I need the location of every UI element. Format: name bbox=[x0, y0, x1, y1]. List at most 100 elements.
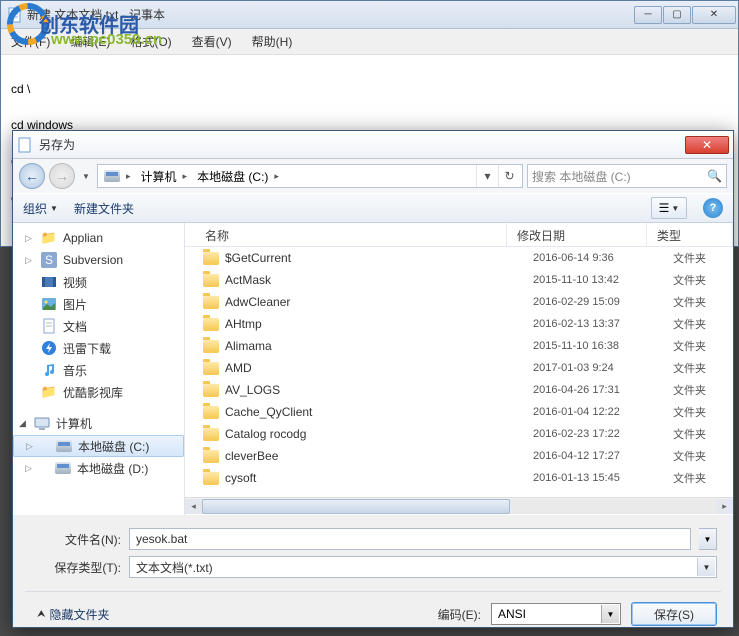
sidebar-item-label: 迅雷下载 bbox=[63, 340, 111, 357]
sidebar-item[interactable]: 迅雷下载 bbox=[13, 337, 184, 359]
breadcrumb-dropdown[interactable]: ▾ bbox=[476, 165, 498, 187]
file-name: AdwCleaner bbox=[225, 295, 290, 309]
forward-button[interactable]: → bbox=[49, 163, 75, 189]
dialog-titlebar[interactable]: 另存为 ✕ bbox=[13, 131, 733, 159]
menu-help[interactable]: 帮助(H) bbox=[248, 31, 297, 52]
folder-icon bbox=[203, 274, 219, 287]
sidebar-item[interactable]: ▷📁Applian bbox=[13, 227, 184, 249]
file-date: 2016-01-04 12:22 bbox=[523, 406, 663, 418]
chevron-right-icon[interactable]: ▸ bbox=[181, 171, 190, 182]
file-row[interactable]: $GetCurrent2016-06-14 9:36文件夹 bbox=[185, 247, 733, 269]
file-date: 2016-06-14 9:36 bbox=[523, 252, 663, 264]
file-date: 2016-02-13 13:37 bbox=[523, 318, 663, 330]
breadcrumb-computer[interactable]: 计算机 ▸ bbox=[137, 165, 194, 187]
maximize-button[interactable]: ▢ bbox=[663, 6, 691, 24]
chevron-right-icon[interactable]: ▸ bbox=[124, 171, 133, 182]
breadcrumb[interactable]: ▸ 计算机 ▸ 本地磁盘 (C:) ▸ ▾ ↻ bbox=[97, 164, 523, 188]
column-name[interactable]: 名称 bbox=[185, 223, 507, 246]
chevron-right-icon[interactable]: ▸ bbox=[272, 171, 281, 182]
sidebar-item[interactable]: 视频 bbox=[13, 271, 184, 293]
file-row[interactable]: cleverBee2016-04-12 17:27文件夹 bbox=[185, 445, 733, 467]
chevron-down-icon[interactable]: ▼ bbox=[601, 605, 619, 623]
dialog-close-button[interactable]: ✕ bbox=[685, 136, 729, 154]
pictures-icon bbox=[41, 296, 57, 312]
back-button[interactable]: ← bbox=[19, 163, 45, 189]
file-row[interactable]: Alimama2015-11-10 16:38文件夹 bbox=[185, 335, 733, 357]
file-row[interactable]: Cache_QyClient2016-01-04 12:22文件夹 bbox=[185, 401, 733, 423]
column-type[interactable]: 类型 bbox=[647, 223, 733, 246]
help-button[interactable]: ? bbox=[703, 198, 723, 218]
dialog-title: 另存为 bbox=[39, 136, 685, 153]
refresh-button[interactable]: ↻ bbox=[498, 165, 520, 187]
folder-icon bbox=[203, 296, 219, 309]
svg-text:S: S bbox=[45, 253, 53, 267]
chevron-down-icon: ▼ bbox=[50, 204, 58, 213]
window-controls: ─ ▢ ✕ bbox=[634, 6, 736, 24]
file-row[interactable]: AV_LOGS2016-04-26 17:31文件夹 bbox=[185, 379, 733, 401]
search-input[interactable]: 搜索 本地磁盘 (C:) 🔍 bbox=[527, 164, 727, 188]
expand-icon[interactable]: ▷ bbox=[25, 255, 32, 266]
sidebar-drive-item[interactable]: ▷本地磁盘 (D:) bbox=[13, 457, 184, 479]
music-icon bbox=[41, 362, 57, 378]
file-row[interactable]: AdwCleaner2016-02-29 15:09文件夹 bbox=[185, 291, 733, 313]
file-type: 文件夹 bbox=[663, 360, 733, 376]
file-row[interactable]: Catalog rocodg2016-02-23 17:22文件夹 bbox=[185, 423, 733, 445]
sidebar-item[interactable]: 图片 bbox=[13, 293, 184, 315]
organize-button[interactable]: 组织 ▼ bbox=[23, 200, 58, 217]
separator bbox=[25, 591, 721, 592]
folder-icon bbox=[203, 384, 219, 397]
folder-icon bbox=[203, 472, 219, 485]
file-name: cysoft bbox=[225, 471, 256, 485]
scroll-left-button[interactable]: ◂ bbox=[185, 499, 202, 514]
menu-view[interactable]: 查看(V) bbox=[188, 31, 236, 52]
sidebar-item[interactable]: 音乐 bbox=[13, 359, 184, 381]
folder-icon: 📁 bbox=[41, 230, 57, 246]
scroll-right-button[interactable]: ▸ bbox=[716, 499, 733, 514]
horizontal-scrollbar[interactable]: ◂ ▸ bbox=[185, 497, 733, 514]
content-line: cd \ bbox=[11, 81, 728, 98]
sidebar-drive-item[interactable]: ▷本地磁盘 (C:) bbox=[13, 435, 184, 457]
collapse-icon: ⮝ bbox=[37, 609, 46, 620]
sidebar-item-label: 视频 bbox=[63, 274, 87, 291]
file-row[interactable]: cysoft2016-01-13 15:45文件夹 bbox=[185, 467, 733, 489]
close-button[interactable]: ✕ bbox=[692, 6, 736, 24]
history-dropdown[interactable]: ▼ bbox=[79, 165, 93, 187]
sidebar-computer-header[interactable]: ◢ 计算机 bbox=[13, 411, 184, 435]
file-row[interactable]: ActMask2015-11-10 13:42文件夹 bbox=[185, 269, 733, 291]
expand-icon[interactable]: ▷ bbox=[26, 441, 33, 452]
expand-icon[interactable]: ◢ bbox=[19, 418, 26, 429]
documents-icon bbox=[41, 318, 57, 334]
encoding-combo[interactable]: ANSI ▼ bbox=[491, 603, 621, 625]
folder-icon bbox=[203, 340, 219, 353]
sidebar-item[interactable]: 文档 bbox=[13, 315, 184, 337]
chevron-down-icon: ▼ bbox=[671, 204, 679, 213]
filetype-combo[interactable]: 文本文档(*.txt) ▼ bbox=[129, 556, 717, 578]
breadcrumb-root[interactable]: ▸ bbox=[100, 165, 137, 187]
file-name: Catalog rocodg bbox=[225, 427, 306, 441]
sidebar-item[interactable]: ▷ S Subversion bbox=[13, 249, 184, 271]
minimize-button[interactable]: ─ bbox=[634, 6, 662, 24]
scrollbar-thumb[interactable] bbox=[202, 499, 510, 514]
filename-history-dropdown[interactable]: ▼ bbox=[699, 528, 717, 550]
chevron-down-icon[interactable]: ▼ bbox=[697, 558, 715, 576]
sidebar-item-label: 文档 bbox=[63, 318, 87, 335]
sidebar-item[interactable]: 📁优酷影视库 bbox=[13, 381, 184, 403]
new-folder-button[interactable]: 新建文件夹 bbox=[74, 200, 134, 217]
filename-input[interactable]: yesok.bat bbox=[129, 528, 691, 550]
column-modified[interactable]: 修改日期 bbox=[507, 223, 647, 246]
view-options-button[interactable]: ☰ ▼ bbox=[651, 197, 687, 219]
file-row[interactable]: AHtmp2016-02-13 13:37文件夹 bbox=[185, 313, 733, 335]
hide-folders-button[interactable]: ⮝ 隐藏文件夹 bbox=[37, 606, 110, 623]
file-type: 文件夹 bbox=[663, 404, 733, 420]
sidebar-item-label: Subversion bbox=[63, 253, 123, 267]
drive-icon bbox=[56, 438, 72, 454]
breadcrumb-drive[interactable]: 本地磁盘 (C:) ▸ bbox=[193, 165, 285, 187]
drive-icon bbox=[55, 460, 71, 476]
expand-icon[interactable]: ▷ bbox=[25, 463, 32, 474]
file-row[interactable]: AMD2017-01-03 9:24文件夹 bbox=[185, 357, 733, 379]
save-button[interactable]: 保存(S) bbox=[631, 602, 717, 626]
file-rows[interactable]: $GetCurrent2016-06-14 9:36文件夹ActMask2015… bbox=[185, 247, 733, 497]
file-date: 2016-01-13 15:45 bbox=[523, 472, 663, 484]
file-date: 2016-04-12 17:27 bbox=[523, 450, 663, 462]
expand-icon[interactable]: ▷ bbox=[25, 233, 32, 244]
